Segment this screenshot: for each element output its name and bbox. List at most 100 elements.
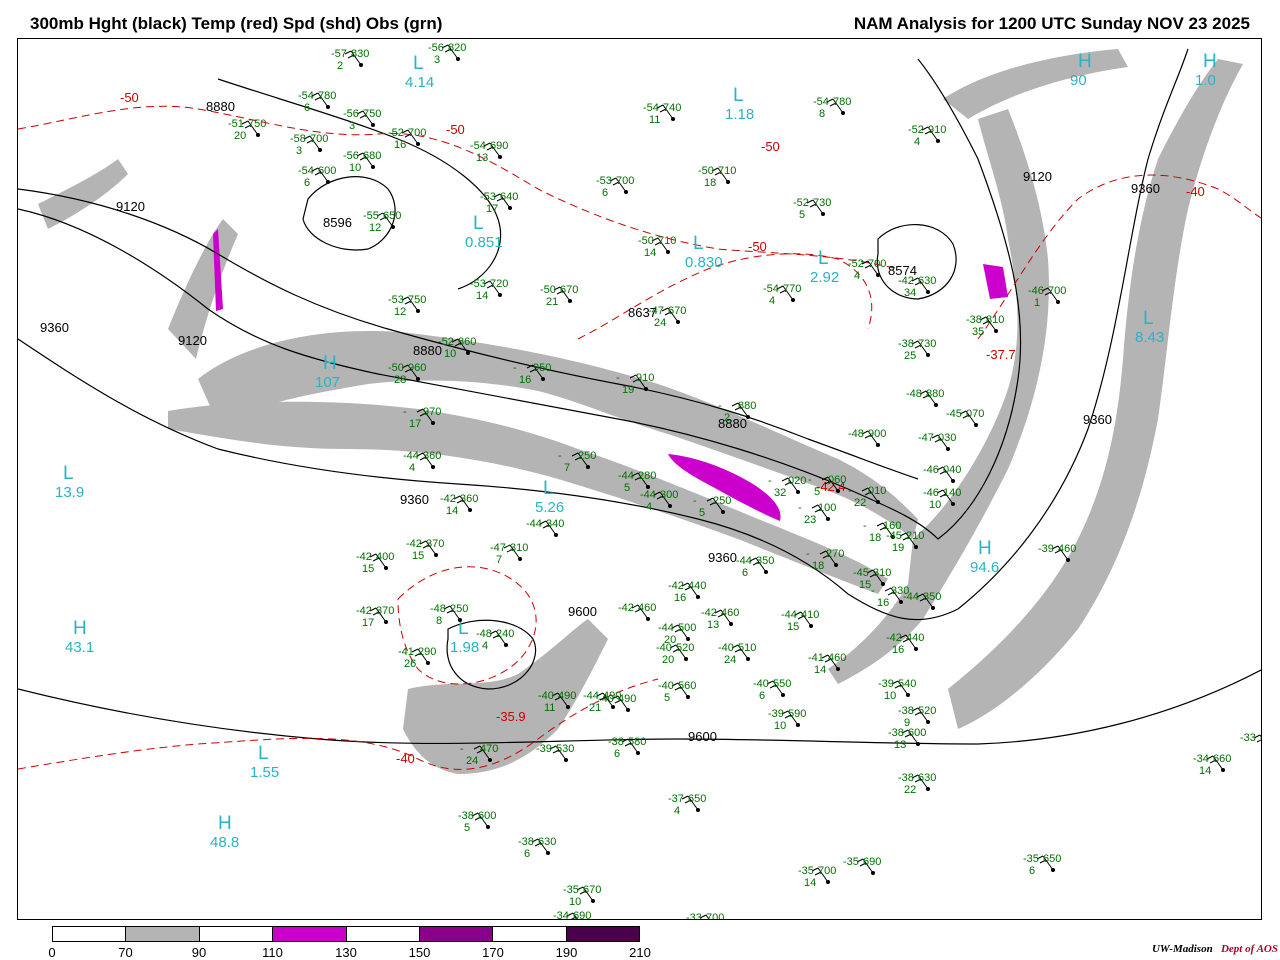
obs-temp: - (848, 485, 852, 497)
obs-temp: -45 (946, 408, 962, 420)
obs-height: 210 (906, 530, 924, 542)
jet-max-east (983, 264, 1008, 299)
station-obs: -54 780 8 (813, 96, 851, 120)
hgt-contour-north (217, 78, 502, 290)
height-label: 9360 (400, 492, 429, 507)
obs-dewpoint: 24 (654, 317, 666, 329)
obs-height: 550 (773, 678, 791, 690)
obs-temp: -46 (1028, 285, 1044, 297)
obs-dewpoint: 10 (444, 348, 456, 360)
temp-label: -50 (761, 139, 780, 154)
obs-temp: -35 (1023, 853, 1039, 865)
station-obs: -53 64017 (480, 191, 518, 215)
obs-temp: - (460, 743, 464, 755)
obs-height: 710 (718, 165, 736, 177)
obs-temp: -39 (878, 678, 894, 690)
obs-temp: -38 (898, 705, 914, 717)
obs-temp: -44 (583, 690, 599, 702)
obs-temp: -48 (430, 603, 446, 615)
obs-height: 600 (908, 727, 926, 739)
obs-dewpoint: 6 (304, 177, 310, 189)
pressure-center-value: 107 (315, 374, 340, 391)
obs-dewpoint: 4 (482, 640, 488, 652)
obs-height: 250 (450, 603, 468, 615)
pressure-center-value: 43.1 (65, 639, 94, 656)
obs-height: 350 (923, 591, 941, 603)
station-obs: -38 60013 (888, 727, 926, 751)
station-obs: -40 51024 (718, 642, 756, 666)
colorbar-tick: 150 (408, 945, 431, 960)
obs-temp: -48 (906, 388, 922, 400)
jet-shade-sw (403, 619, 608, 774)
obs-height: 630 (918, 275, 936, 287)
obs-height: 700 (868, 258, 886, 270)
obs-height: 780 (833, 96, 851, 108)
obs-temp: -44 (618, 470, 634, 482)
pressure-center-value: 13.9 (55, 484, 84, 501)
obs-dewpoint: 7 (496, 554, 502, 566)
obs-temp: -53 (596, 175, 612, 187)
obs-dewpoint: 5 (464, 822, 470, 834)
obs-height: 510 (738, 642, 756, 654)
obs-temp: -45 (853, 567, 869, 579)
obs-dewpoint: 16 (892, 644, 904, 656)
station-obs: -48 240 4 (476, 628, 514, 652)
obs-height: 340 (546, 518, 564, 530)
obs-temp: -38 (966, 314, 982, 326)
obs-dewpoint: 12 (394, 306, 406, 318)
obs-height: 700 (310, 133, 328, 145)
obs-dewpoint: 17 (486, 203, 498, 215)
obs-height: 580 (628, 736, 646, 748)
obs-dewpoint: 25 (904, 350, 916, 362)
obs-dewpoint: 18 (869, 532, 881, 544)
obs-height: 690 (573, 910, 591, 920)
obs-dewpoint: 10 (569, 896, 581, 908)
obs-height: 010 (868, 485, 886, 497)
obs-temp: -44 (640, 489, 656, 501)
obs-height: 630 (538, 836, 556, 848)
height-label: 9360 (708, 550, 737, 565)
obs-temp: -47 (918, 432, 934, 444)
pressure-center-type: L (258, 743, 269, 764)
credit-dept: Dept of AOS (1220, 943, 1278, 955)
station-obs: -34 690 (553, 910, 591, 920)
obs-dewpoint: 11 (544, 702, 555, 714)
credit-text: UW-Madison Dept of AOS (1152, 943, 1278, 955)
obs-height: 140 (943, 487, 961, 499)
obs-temp: -54 (763, 283, 779, 295)
obs-temp: - (558, 450, 562, 462)
station-obs: -54 69013 (470, 140, 508, 164)
station-obs: -40 560 5 (658, 680, 696, 704)
height-label: 9120 (116, 199, 145, 214)
obs-temp: -50 (388, 362, 404, 374)
colorbar-tick: 130 (335, 945, 357, 960)
station-obs: -35 67010 (563, 884, 601, 908)
obs-temp: -42 (701, 607, 717, 619)
obs-temp: -35 (798, 865, 814, 877)
height-label: 9360 (40, 320, 69, 335)
temp-label: -40 (396, 751, 415, 766)
colorbar-tick: 70 (118, 945, 133, 960)
colorbar-tick: 190 (555, 945, 578, 960)
obs-height: 530 (556, 743, 574, 755)
obs-dewpoint: 5 (664, 692, 670, 704)
obs-height: 410 (801, 609, 819, 621)
temp-label: -50 (446, 122, 465, 137)
station-obs: - 02032 (768, 475, 806, 499)
obs-height: 830 (351, 48, 369, 60)
obs-dewpoint: 7 (564, 462, 570, 474)
pressure-center-type: L (63, 463, 74, 484)
obs-dewpoint: 5 (799, 209, 805, 221)
station-obs: -39 530 (536, 743, 574, 762)
colorbar-segment (199, 927, 274, 941)
obs-height: 600 (318, 165, 336, 177)
obs-temp: -40 (658, 680, 674, 692)
station-obs: -41 29026 (398, 646, 436, 670)
pressure-center-type: H (218, 813, 232, 834)
height-label: 8880 (718, 416, 747, 431)
station-obs: -52 730 5 (793, 197, 831, 221)
obs-height: 460 (721, 607, 739, 619)
obs-temp: -56 (343, 150, 359, 162)
obs-temp: - (806, 548, 810, 560)
temp-contours (18, 105, 1261, 770)
